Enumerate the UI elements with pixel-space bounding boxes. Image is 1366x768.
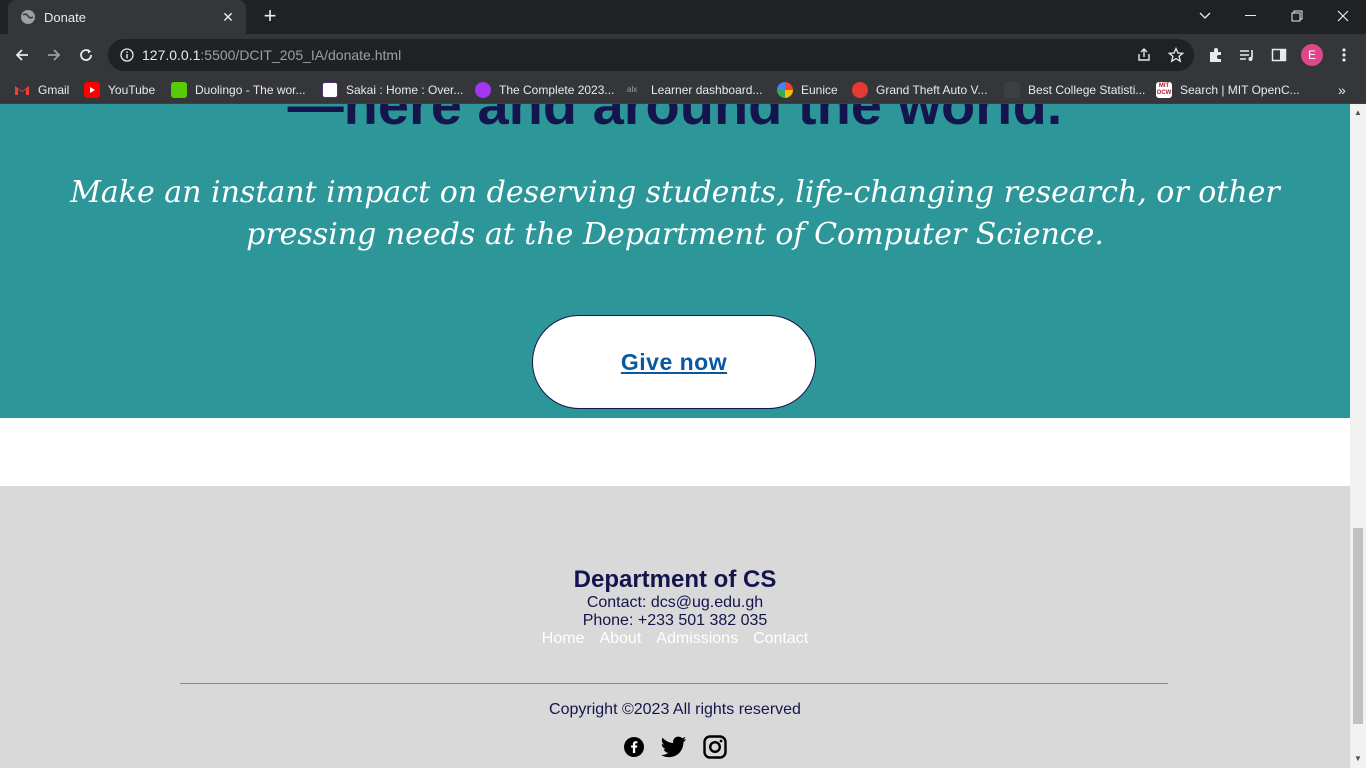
reload-icon xyxy=(80,49,92,61)
footer-link-about[interactable]: About xyxy=(599,630,641,648)
bookmark-duolingo[interactable]: Duolingo - The wor... xyxy=(171,81,306,99)
share-button[interactable] xyxy=(1131,42,1157,68)
bookmark-gta[interactable]: Grand Theft Auto V... xyxy=(852,81,987,99)
playlist-icon xyxy=(1240,50,1253,61)
eunice-icon xyxy=(777,82,793,98)
bookmark-gmail[interactable]: Gmail xyxy=(14,81,69,99)
footer-contact: Contact: dcs@ug.edu.gh xyxy=(586,594,764,611)
restore-button[interactable] xyxy=(1274,0,1320,32)
footer-copyright: Copyright ©2023 All rights reserved xyxy=(549,701,801,718)
tab-donate[interactable]: Donate ✕ xyxy=(8,0,246,34)
twitter-icon[interactable] xyxy=(661,736,687,758)
footer-divider xyxy=(180,683,1168,684)
bookmark-mit[interactable]: MIT OCW Search | MIT OpenC... xyxy=(1156,81,1300,99)
youtube-icon xyxy=(84,82,100,98)
bookmark-youtube[interactable]: YouTube xyxy=(84,81,155,99)
bookmark-udemy[interactable]: The Complete 2023... xyxy=(475,81,614,99)
reload-button[interactable] xyxy=(73,42,99,68)
chevron-down-icon xyxy=(1199,12,1211,19)
bookmark-college[interactable]: Best College Statisti... xyxy=(1004,81,1145,99)
tab-strip: Donate ✕ + xyxy=(0,0,1366,34)
more-bookmarks-button[interactable]: » xyxy=(1338,81,1346,99)
footer-phone: Phone: +233 501 382 035 xyxy=(582,612,768,629)
footer-dept-name: Department of CS xyxy=(573,566,777,593)
side-panel-button[interactable] xyxy=(1266,42,1292,68)
duolingo-icon xyxy=(171,82,187,98)
arrow-right-icon xyxy=(48,49,61,61)
close-tab-icon[interactable]: ✕ xyxy=(220,9,236,26)
share-icon xyxy=(1138,48,1150,61)
page-scrollbar[interactable]: ▲ ▼ xyxy=(1350,104,1366,768)
donate-hero: —here and around the world. Make an inst… xyxy=(0,104,1350,418)
close-window-button[interactable] xyxy=(1320,0,1366,32)
url-text: 127.0.0.1:5500/DCIT_205_IA/donate.html xyxy=(142,47,402,63)
alx-icon: alx xyxy=(627,85,638,94)
puzzle-icon xyxy=(1210,48,1221,62)
globe-icon xyxy=(21,10,35,24)
bookmark-eunice[interactable]: Eunice xyxy=(777,81,838,99)
page-viewport: —here and around the world. Make an inst… xyxy=(0,104,1350,768)
arrow-left-icon xyxy=(15,49,28,61)
gmail-icon xyxy=(14,82,30,98)
scroll-thumb[interactable] xyxy=(1353,528,1363,724)
footer-link-admissions[interactable]: Admissions xyxy=(656,630,738,648)
college-icon xyxy=(1004,82,1020,98)
scroll-down-icon[interactable]: ▼ xyxy=(1354,754,1362,763)
instagram-icon[interactable] xyxy=(703,735,727,759)
minimize-button[interactable] xyxy=(1228,0,1274,32)
tab-title: Donate xyxy=(44,9,86,25)
restore-icon xyxy=(1291,10,1303,22)
bookmark-sakai[interactable]: Sakai : Home : Over... xyxy=(322,81,463,99)
footer-link-home[interactable]: Home xyxy=(542,630,585,648)
bookmark-alx[interactable]: alx Learner dashboard... xyxy=(627,81,762,99)
bookmark-star-button[interactable] xyxy=(1163,42,1189,68)
udemy-icon xyxy=(475,82,491,98)
media-button[interactable] xyxy=(1234,42,1260,68)
star-icon xyxy=(1168,47,1184,63)
footer-nav: Home About Admissions Contact xyxy=(0,630,1350,648)
back-button[interactable] xyxy=(9,42,35,68)
sakai-icon xyxy=(322,82,338,98)
social-links xyxy=(0,735,1350,759)
tab-search-button[interactable] xyxy=(1182,0,1228,32)
scroll-up-icon[interactable]: ▲ xyxy=(1354,108,1362,117)
extensions-button[interactable] xyxy=(1203,42,1229,68)
profile-avatar[interactable]: E xyxy=(1301,44,1323,66)
new-tab-button[interactable]: + xyxy=(258,5,282,29)
footer-link-contact[interactable]: Contact xyxy=(753,630,808,648)
hero-description: Make an instant impact on deserving stud… xyxy=(70,175,1280,252)
minimize-icon xyxy=(1245,15,1256,16)
forward-button[interactable] xyxy=(41,42,67,68)
info-icon[interactable] xyxy=(120,48,134,62)
address-bar[interactable]: 127.0.0.1:5500/DCIT_205_IA/donate.html xyxy=(108,39,1194,71)
facebook-icon[interactable] xyxy=(623,736,645,758)
gta-icon xyxy=(852,82,868,98)
give-now-label[interactable]: Give now xyxy=(621,349,727,376)
double-chevron-icon: » xyxy=(1338,82,1346,98)
browser-toolbar: 127.0.0.1:5500/DCIT_205_IA/donate.html E xyxy=(0,34,1366,76)
bookmarks-bar: Gmail YouTube Duolingo - The wor... Saka… xyxy=(0,76,1366,104)
close-icon xyxy=(1337,10,1349,22)
side-panel-icon xyxy=(1271,48,1287,62)
site-footer: Department of CS Contact: dcs@ug.edu.gh … xyxy=(0,486,1350,768)
give-now-button[interactable]: Give now xyxy=(532,315,816,409)
kebab-menu-icon xyxy=(1342,48,1346,62)
hero-heading: —here and around the world. xyxy=(287,104,1063,136)
mit-icon: MIT OCW xyxy=(1156,82,1172,98)
menu-button[interactable] xyxy=(1331,42,1357,68)
